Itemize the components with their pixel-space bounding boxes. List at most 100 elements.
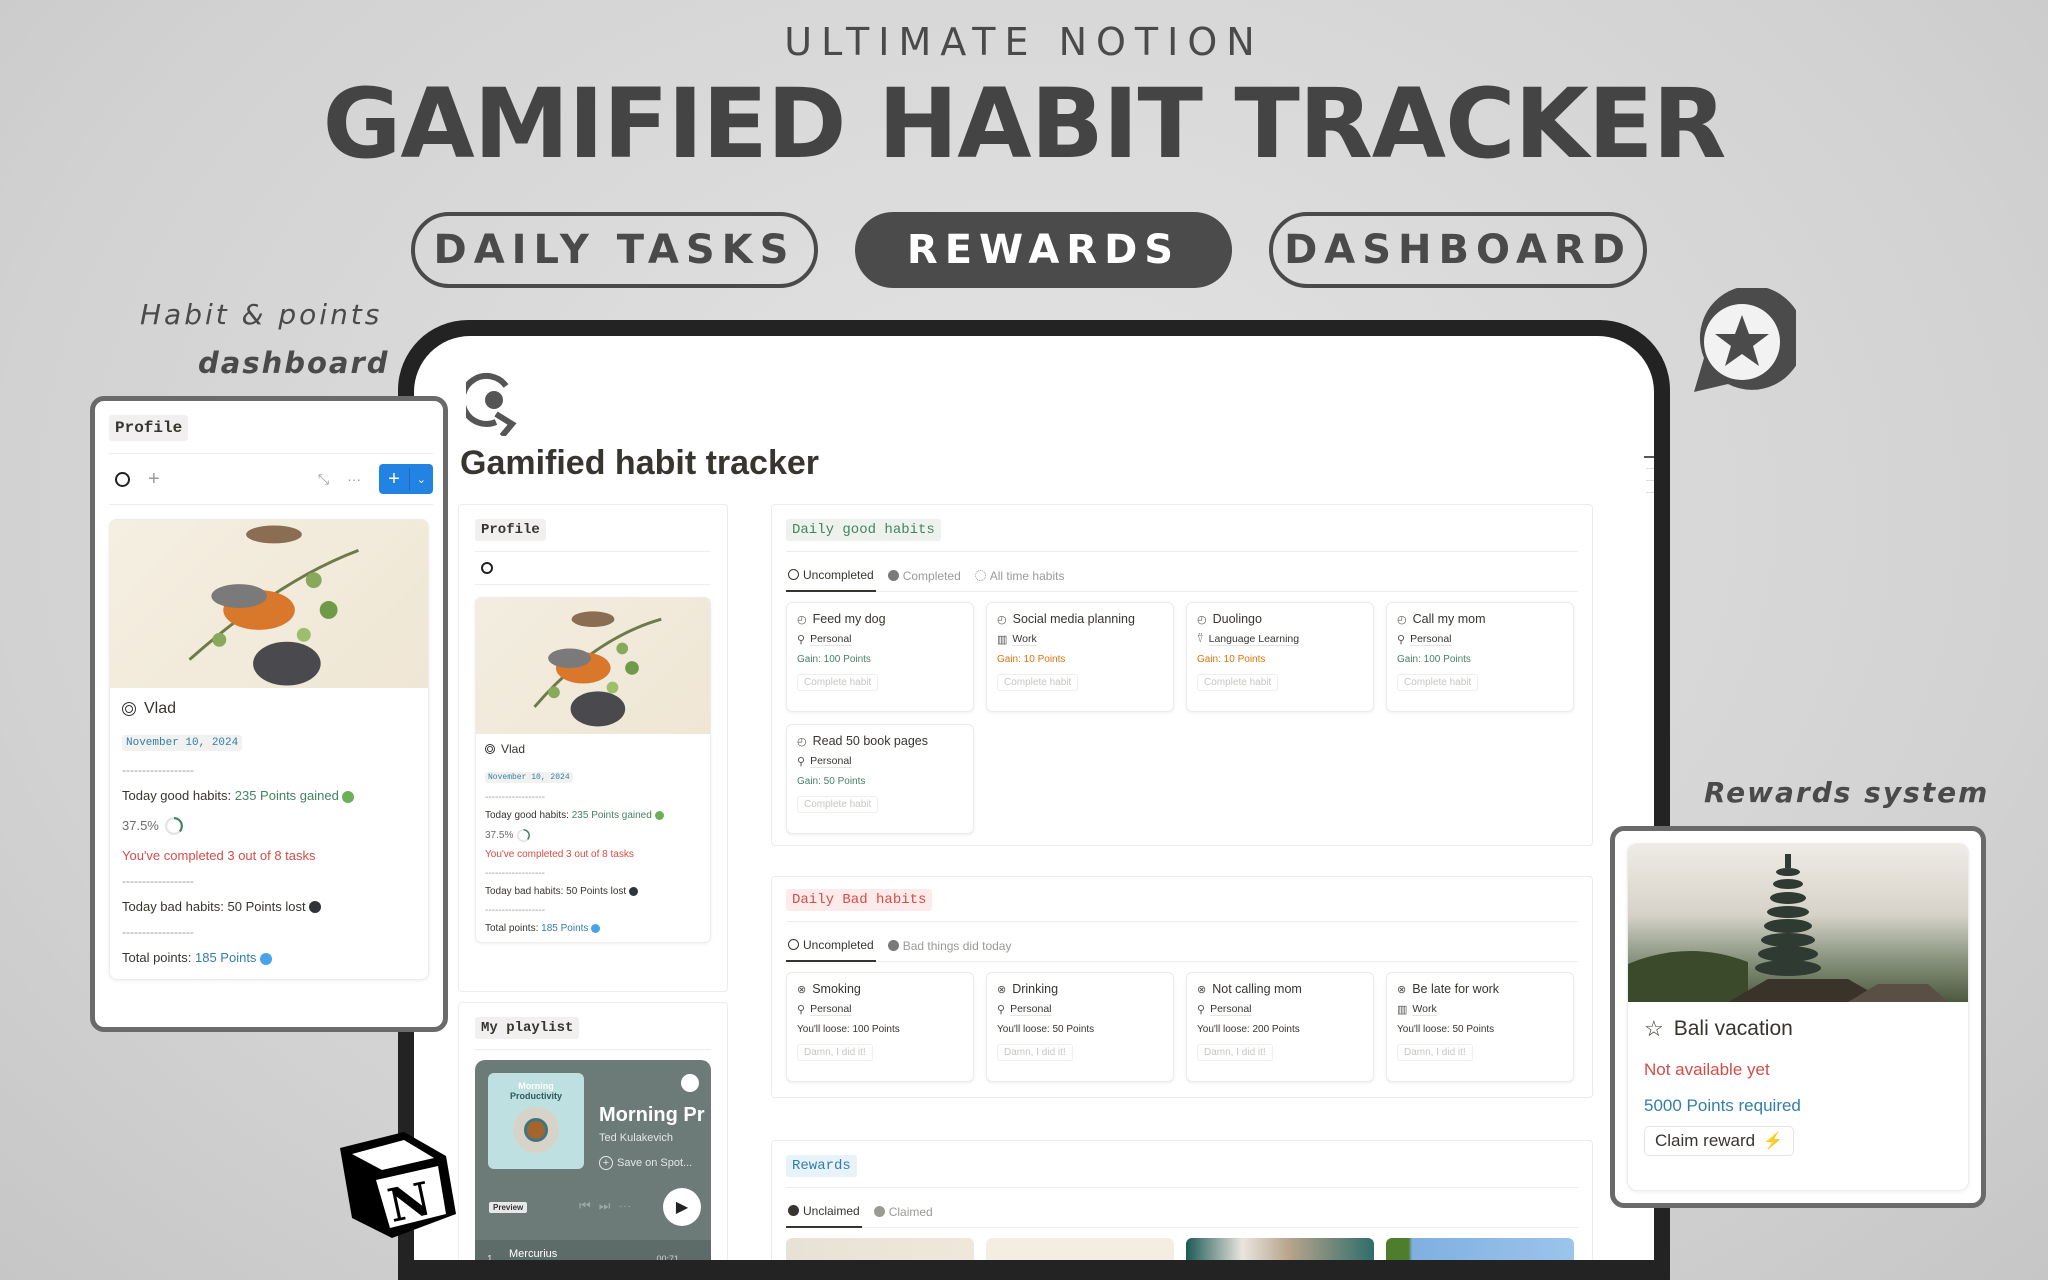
scroll-marker[interactable] [1646, 492, 1654, 493]
add-icon[interactable]: + [148, 468, 160, 491]
tab-completed[interactable]: Completed [886, 560, 963, 592]
good-habits-value: 235 Points gained [571, 810, 652, 822]
save-on-spotify[interactable]: + Save on Spot... [599, 1156, 692, 1170]
habit-title: Social media planning [1012, 612, 1135, 626]
did-it-button[interactable]: Damn, I did it! [797, 1044, 873, 1061]
pill-dashboard[interactable]: DASHBOARD [1269, 212, 1647, 288]
divider-text: ------------------ [485, 905, 545, 917]
habit-category: Personal [1210, 1003, 1252, 1016]
tab-label: Unclaimed [803, 1203, 860, 1218]
person-icon: ⚲ [1197, 1004, 1206, 1016]
claim-reward-label: Claim reward [1655, 1131, 1756, 1150]
language-icon: ⍢ [1197, 633, 1204, 645]
habit-card[interactable]: ⊗ Drinking ⚲ Personal You'll loose: 50 Point… [986, 972, 1174, 1082]
profile-date: November 10, 2024 [485, 772, 573, 783]
user-circle-icon[interactable] [115, 471, 130, 487]
habit-title: Be late for work [1412, 982, 1500, 996]
did-it-button[interactable]: Damn, I did it! [997, 1044, 1073, 1061]
complete-habit-button[interactable]: Complete habit [997, 674, 1079, 691]
profile-card[interactable]: Vlad November 10, 2024 -----------------… [109, 519, 429, 980]
track-number: 1 [487, 1254, 493, 1260]
did-it-button[interactable]: Damn, I did it! [1397, 1044, 1473, 1061]
habit-card[interactable]: ◴ Social media planning ▥ Work Gain: 10 Poin… [986, 602, 1174, 712]
habit-card[interactable]: ⊗ Not calling mom ⚲ Personal You'll loose: 2… [1186, 972, 1374, 1082]
complete-habit-button[interactable]: Complete habit [1397, 674, 1479, 691]
reward-card-thumb[interactable] [786, 1238, 974, 1260]
tab-all-time-habits[interactable]: All time habits [973, 560, 1067, 592]
reward-status: Not available yet [1644, 1060, 1770, 1079]
bird-illustration [476, 598, 710, 734]
scroll-marker[interactable] [1644, 456, 1654, 458]
notion-page: Gamified habit tracker Profile Vlad Nove… [414, 336, 1654, 1260]
reward-title: Bali vacation [1673, 1017, 1793, 1040]
reward-card-thumb[interactable] [1386, 1238, 1574, 1260]
reward-card[interactable]: ☆ Bali vacation Not available yet 5000 Po… [1627, 843, 1969, 1191]
habit-card[interactable]: ⊗ Smoking ⚲ Personal You'll loose: 100 Point… [786, 972, 974, 1082]
tab-uncompleted[interactable]: Uncompleted [786, 930, 876, 962]
scroll-marker[interactable] [1646, 480, 1654, 481]
profile-card[interactable]: Vlad November 10, 2024 -----------------… [475, 597, 711, 944]
profile-heading: Profile [475, 519, 546, 541]
rewards-panel: Rewards Unclaimed Claimed [771, 1140, 1593, 1260]
habit-loss: You'll loose: 200 Points [1197, 1024, 1300, 1035]
profile-panel: Profile Vlad November 10, 2024 ---------… [458, 504, 728, 992]
habit-category: Personal [810, 755, 852, 768]
tab-label: All time habits [989, 568, 1065, 583]
album-cover: Morning Productivity [488, 1073, 584, 1169]
person-icon: ⚲ [797, 756, 806, 768]
star-chat-bubble-icon [1686, 285, 1804, 396]
hero-title: GAMIFIED HABIT TRACKER [322, 68, 1727, 180]
habit-category: Language Learning [1208, 633, 1300, 646]
habit-title: Smoking [812, 982, 861, 996]
habit-card[interactable]: ◴ Read 50 book pages ⚲ Personal Gain: 50 Poi… [786, 724, 974, 834]
new-button[interactable]: + ⌄ [379, 464, 433, 494]
spotify-icon[interactable] [681, 1074, 699, 1092]
habit-title: Duolingo [1212, 612, 1262, 626]
spotify-embed[interactable]: Morning Productivity Morning Pr Ted Kula… [475, 1060, 711, 1260]
complete-habit-button[interactable]: Complete habit [1197, 674, 1279, 691]
playback-controls[interactable]: ⏮⏭⋯ [579, 1198, 639, 1214]
track-list[interactable]: 1 Mercurius 00:71 [475, 1240, 711, 1260]
bad-habits-value: 50 Points lost [566, 886, 627, 898]
bad-habits-heading: Daily Bad habits [786, 889, 933, 911]
pill-label: DASHBOARD [1284, 227, 1632, 273]
user-circle-icon[interactable] [481, 562, 493, 574]
rewards-system-label: Rewards system [1704, 776, 1990, 809]
progress-ring [517, 829, 531, 843]
divider-text: ------------------ [485, 868, 545, 880]
tab-unclaimed[interactable]: Unclaimed [786, 1196, 862, 1228]
good-habits-value: 235 Points gained [234, 788, 339, 803]
scroll-marker[interactable] [1646, 468, 1654, 469]
habit-card[interactable]: ◴ Feed my dog ⚲ Personal Gain: 100 Points Com… [786, 602, 974, 712]
tab-label: Completed [902, 568, 961, 583]
did-it-button[interactable]: Damn, I did it! [1197, 1044, 1273, 1061]
habit-gain: Gain: 100 Points [1397, 654, 1471, 665]
reward-card-thumb[interactable] [1186, 1238, 1374, 1260]
pill-daily-tasks[interactable]: DAILY TASKS [411, 212, 818, 288]
more-icon[interactable]: ··· [347, 471, 361, 487]
complete-habit-button[interactable]: Complete habit [797, 674, 879, 691]
complete-habit-button[interactable]: Complete habit [797, 796, 879, 813]
reward-card-thumb[interactable] [986, 1238, 1174, 1260]
divider-text: ------------------ [122, 763, 194, 777]
chevron-down-icon[interactable]: ⌄ [410, 473, 433, 486]
completed-message: You've completed 3 out of 8 tasks [485, 849, 634, 861]
lightning-icon: ⚡ [1763, 1133, 1784, 1150]
habit-card[interactable]: ⊗ Be late for work ▥ Work You'll loose: 50 P… [1386, 972, 1574, 1082]
expand-icon[interactable]: ⤡ [318, 471, 329, 488]
habit-loss: You'll loose: 50 Points [997, 1024, 1095, 1035]
habit-card[interactable]: ◴ Call my mom ⚲ Personal Gain: 100 Points Com… [1386, 602, 1574, 712]
star-outline-icon: ☆ [1644, 1016, 1664, 1041]
claim-reward-button[interactable]: Claim reward ⚡ [1644, 1126, 1795, 1156]
divider-text: ------------------ [485, 792, 545, 803]
play-button[interactable]: ▶ [663, 1188, 701, 1226]
preview-badge: Preview [489, 1202, 528, 1213]
habit-card[interactable]: ◴ Duolingo ⍢ Language Learning Gain: 10 Poin… [1186, 602, 1374, 712]
hero-subtitle: ULTIMATE NOTION [784, 20, 1264, 64]
tab-bad-things-did-today[interactable]: Bad things did today [886, 930, 1014, 962]
playlist-heading: My playlist [475, 1017, 580, 1039]
tab-uncompleted[interactable]: Uncompleted [786, 560, 876, 592]
dashboard-label: dashboard [198, 346, 390, 380]
pill-rewards[interactable]: REWARDS [855, 212, 1232, 288]
tab-claimed[interactable]: Claimed [872, 1196, 935, 1228]
